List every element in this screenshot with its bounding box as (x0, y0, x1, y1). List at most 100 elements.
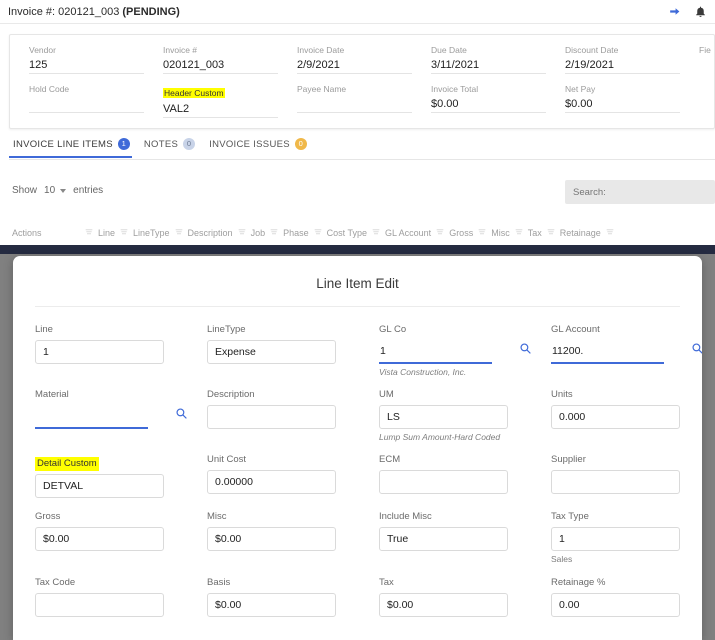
field-tax-type-label: Tax Type (551, 511, 589, 522)
header-col-invoice-number: Invoice # 020121_003 Header Custom VAL2 (144, 44, 278, 121)
field-linetype: LineType (207, 323, 379, 377)
header-col-vendor: Vendor 125 Hold Code (10, 44, 144, 121)
invoice-status: (PENDING) (122, 5, 180, 18)
field-supplier-input[interactable] (551, 470, 680, 494)
field-tax-code-input[interactable] (35, 593, 164, 617)
field-basis-input[interactable] (207, 593, 336, 617)
field-include-misc-input[interactable] (379, 527, 508, 551)
field-discount-date-value[interactable]: 2/19/2021 (565, 57, 680, 74)
field-line: Line (35, 323, 207, 377)
table-header-cost-type[interactable]: Cost Type (312, 228, 370, 238)
field-tax-type-input[interactable] (551, 527, 680, 551)
table-header-misc[interactable]: Misc (476, 228, 513, 238)
field-truncated-label: Fie (699, 45, 711, 55)
search-input[interactable] (565, 180, 715, 204)
field-tax-type-hint: Sales (551, 554, 573, 564)
tab-invoice-issues[interactable]: INVOICE ISSUES 0 (205, 136, 317, 157)
tab-invoice-issues-label: INVOICE ISSUES (209, 138, 290, 150)
field-retainage-pct-input[interactable] (551, 593, 680, 617)
field-units-label: Units (551, 389, 573, 400)
show-entries-control: Show 10 entries (12, 185, 103, 196)
tab-invoice-line-items[interactable]: INVOICE LINE ITEMS 1 (9, 136, 140, 158)
table-header-phase[interactable]: Phase (268, 228, 312, 238)
material-search-icon[interactable] (175, 407, 188, 425)
field-line-input[interactable] (35, 340, 164, 364)
field-description-label: Description (207, 389, 255, 400)
field-units-input[interactable] (551, 405, 680, 429)
field-misc-input[interactable] (207, 527, 336, 551)
field-gl-account-input[interactable] (551, 340, 664, 364)
field-ecm-input[interactable] (379, 470, 508, 494)
tab-notes[interactable]: NOTES 0 (140, 136, 205, 157)
field-discount-date: Discount Date 2/19/2021 (565, 44, 680, 74)
field-vendor: Vendor 125 (29, 44, 144, 74)
field-units: Units (551, 388, 702, 442)
table-header-cost-type-label: Cost Type (326, 228, 367, 238)
field-um-hint: Lump Sum Amount-Hard Coded (379, 432, 501, 442)
field-header-custom-label: Header Custom (163, 88, 225, 98)
field-linetype-input[interactable] (207, 340, 336, 364)
table-header-tax[interactable]: Tax (513, 228, 545, 238)
table-header-row: Actions Line LineType Description Job Ph… (9, 222, 715, 244)
field-gross-input[interactable] (35, 527, 164, 551)
field-invoice-number-value[interactable]: 020121_003 (163, 57, 278, 74)
sort-icon (436, 228, 444, 238)
field-vendor-value[interactable]: 125 (29, 57, 144, 74)
bell-icon[interactable] (694, 5, 707, 18)
field-tax-code: Tax Code (35, 576, 207, 617)
arrow-right-icon[interactable] (668, 5, 681, 18)
field-invoice-date-value[interactable]: 2/9/2021 (297, 57, 412, 74)
table-header-gross-label: Gross (449, 228, 474, 238)
field-invoice-date-label: Invoice Date (297, 45, 345, 55)
page-size-select[interactable]: 10 (44, 185, 67, 196)
field-due-date-value[interactable]: 3/11/2021 (431, 57, 546, 74)
field-unit-cost-input[interactable] (207, 470, 336, 494)
field-ecm-label: ECM (379, 454, 401, 465)
table-header-description[interactable]: Description (173, 228, 236, 238)
header-col-invoice-date: Invoice Date 2/9/2021 Payee Name (278, 44, 412, 121)
top-bar: Invoice #: 020121_003 (PENDING) (0, 0, 715, 24)
table-header-gl-account[interactable]: GL Account (370, 228, 434, 238)
field-material-input[interactable] (35, 405, 148, 429)
field-payee-name-value[interactable] (297, 96, 412, 113)
field-tax-label: Tax (379, 577, 394, 588)
field-tax-input[interactable] (379, 593, 508, 617)
form-row-2: Material Description UM Lump Sum Amount-… (35, 388, 680, 442)
field-unit-cost: Unit Cost (207, 453, 379, 498)
sort-icon (175, 228, 183, 238)
header-col-due-date: Due Date 3/11/2021 Invoice Total $0.00 (412, 44, 546, 121)
table-header-line[interactable]: Line (83, 228, 118, 238)
field-payee-name-label: Payee Name (297, 84, 347, 94)
field-hold-code-value[interactable] (29, 96, 144, 113)
nav-strip (0, 245, 715, 254)
field-gl-co-input[interactable] (379, 340, 492, 364)
table-header-tax-label: Tax (527, 228, 542, 238)
field-discount-date-label: Discount Date (565, 45, 619, 55)
field-gl-co-label: GL Co (379, 324, 407, 335)
field-description-input[interactable] (207, 405, 336, 429)
field-truncated: Fie (699, 44, 714, 57)
gl-co-search-icon[interactable] (519, 342, 532, 360)
table-header-description-label: Description (187, 228, 233, 238)
field-header-custom-value[interactable]: VAL2 (163, 101, 278, 118)
field-linetype-label: LineType (207, 324, 246, 335)
sort-icon (547, 228, 555, 238)
field-gl-co: GL Co Vista Construction, Inc. (379, 323, 551, 377)
gl-account-search-icon[interactable] (691, 342, 702, 360)
field-detail-custom-input[interactable] (35, 474, 164, 498)
sort-icon (270, 228, 278, 238)
tab-invoice-line-items-badge: 1 (117, 138, 130, 150)
field-description: Description (207, 388, 379, 442)
table-header-gross[interactable]: Gross (434, 228, 476, 238)
page-title: Invoice #: 020121_003 (PENDING) (8, 6, 180, 18)
field-invoice-total-value[interactable]: $0.00 (431, 96, 546, 113)
field-gross-label: Gross (35, 511, 61, 522)
table-header-job[interactable]: Job (236, 228, 269, 238)
table-header-retainage[interactable]: Retainage (545, 228, 616, 238)
field-header-custom: Header Custom VAL2 (163, 83, 278, 118)
field-um-input[interactable] (379, 405, 508, 429)
field-tax: Tax (379, 576, 551, 617)
sort-icon (238, 228, 246, 238)
field-net-pay-value[interactable]: $0.00 (565, 96, 680, 113)
table-header-linetype[interactable]: LineType (118, 228, 173, 238)
